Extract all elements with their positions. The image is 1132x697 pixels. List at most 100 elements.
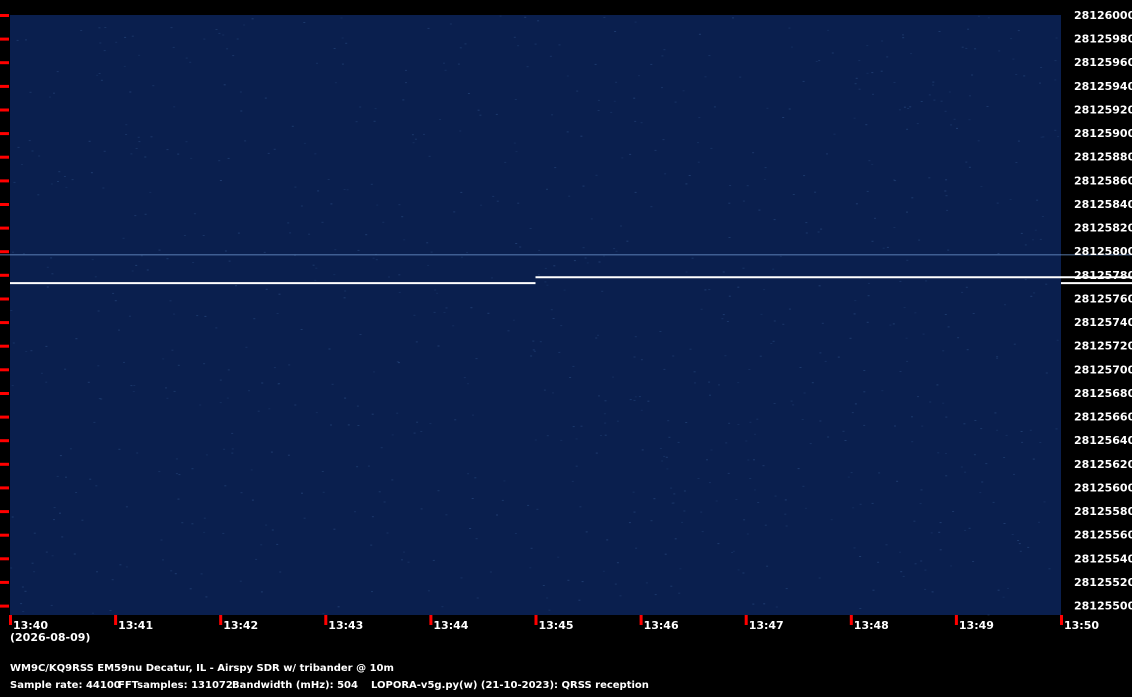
noise-speck xyxy=(529,567,532,569)
noise-speck xyxy=(899,551,901,553)
noise-speck xyxy=(177,364,180,366)
noise-speck xyxy=(340,17,343,19)
noise-speck xyxy=(173,390,176,392)
y-tick xyxy=(0,273,9,277)
noise-speck xyxy=(893,82,896,83)
noise-speck xyxy=(38,155,41,157)
noise-speck xyxy=(1054,60,1057,62)
noise-speck xyxy=(100,79,103,81)
x-tick-label: 13:47 xyxy=(749,619,784,632)
noise-speck xyxy=(357,425,360,426)
noise-speck xyxy=(21,586,24,588)
y-tick xyxy=(0,604,9,608)
y-tick-label: 28125860 xyxy=(1074,174,1132,187)
y-tick xyxy=(0,250,9,254)
noise-speck xyxy=(371,413,374,415)
noise-speck xyxy=(469,528,472,529)
noise-speck xyxy=(169,300,172,302)
noise-speck xyxy=(833,133,836,135)
y-tick xyxy=(0,462,9,466)
noise-speck xyxy=(226,397,229,399)
noise-speck xyxy=(376,204,379,206)
noise-speck xyxy=(1029,429,1032,431)
noise-speck xyxy=(996,357,999,359)
noise-speck xyxy=(701,531,704,533)
noise-speck xyxy=(96,74,99,76)
noise-speck xyxy=(992,501,995,503)
noise-speck xyxy=(222,532,225,534)
noise-speck xyxy=(661,460,664,462)
noise-speck xyxy=(165,387,167,389)
y-tick xyxy=(0,226,9,230)
noise-speck xyxy=(219,379,222,381)
noise-speck xyxy=(871,163,874,165)
noise-speck xyxy=(459,47,462,49)
y-tick-label: 28125960 xyxy=(1074,56,1132,69)
noise-speck xyxy=(40,372,43,374)
noise-speck xyxy=(89,478,92,480)
noise-speck xyxy=(853,313,856,315)
noise-speck xyxy=(503,480,506,482)
noise-speck xyxy=(1055,428,1058,430)
noise-speck xyxy=(763,289,766,291)
noise-speck xyxy=(802,80,805,82)
noise-speck xyxy=(917,396,919,398)
noise-speck xyxy=(467,93,470,94)
noise-speck xyxy=(170,570,173,572)
y-tick-label: 28125500 xyxy=(1074,600,1132,613)
noise-speck xyxy=(1056,339,1059,341)
noise-speck xyxy=(721,318,724,320)
noise-speck xyxy=(996,429,999,431)
noise-speck xyxy=(745,440,748,442)
y-tick xyxy=(0,557,9,561)
noise-speck xyxy=(496,514,498,516)
x-tick xyxy=(639,615,643,625)
noise-speck xyxy=(874,217,876,219)
noise-speck xyxy=(460,577,463,579)
noise-speck xyxy=(279,571,282,573)
noise-speck xyxy=(205,596,208,598)
noise-speck xyxy=(579,506,582,508)
y-tick-label: 28125600 xyxy=(1074,481,1132,494)
date-label: (2026-08-09) xyxy=(10,631,90,644)
y-tick xyxy=(0,14,9,17)
noise-speck xyxy=(681,521,684,523)
noise-speck xyxy=(322,612,325,614)
noise-speck xyxy=(560,325,563,327)
noise-speck xyxy=(294,404,297,406)
noise-speck xyxy=(854,300,857,302)
noise-speck xyxy=(1032,458,1035,460)
noise-speck xyxy=(911,416,913,418)
noise-speck xyxy=(708,289,711,291)
noise-speck xyxy=(268,408,271,410)
noise-speck xyxy=(276,543,279,545)
noise-speck xyxy=(245,346,248,348)
noise-speck xyxy=(328,348,331,350)
noise-speck xyxy=(437,490,440,492)
noise-speck xyxy=(334,82,337,84)
noise-speck xyxy=(53,519,55,521)
noise-speck xyxy=(526,66,529,68)
noise-speck xyxy=(634,21,637,23)
x-tick-label: 13:44 xyxy=(433,619,468,632)
noise-speck xyxy=(965,47,968,49)
noise-speck xyxy=(401,559,403,561)
noise-speck xyxy=(889,324,892,326)
noise-speck xyxy=(398,274,401,276)
noise-speck xyxy=(634,191,637,193)
noise-speck xyxy=(931,591,934,593)
noise-speck xyxy=(29,91,32,93)
noise-speck xyxy=(924,569,927,571)
noise-speck xyxy=(150,136,153,138)
noise-speck xyxy=(57,181,59,182)
noise-speck xyxy=(115,41,118,43)
noise-speck xyxy=(300,205,303,207)
noise-speck xyxy=(333,48,336,49)
noise-speck xyxy=(166,149,169,151)
noise-speck xyxy=(1039,238,1042,240)
noise-speck xyxy=(470,307,473,309)
noise-speck xyxy=(867,282,870,284)
noise-speck xyxy=(178,474,181,476)
noise-speck xyxy=(956,127,958,129)
noise-speck xyxy=(97,365,100,367)
